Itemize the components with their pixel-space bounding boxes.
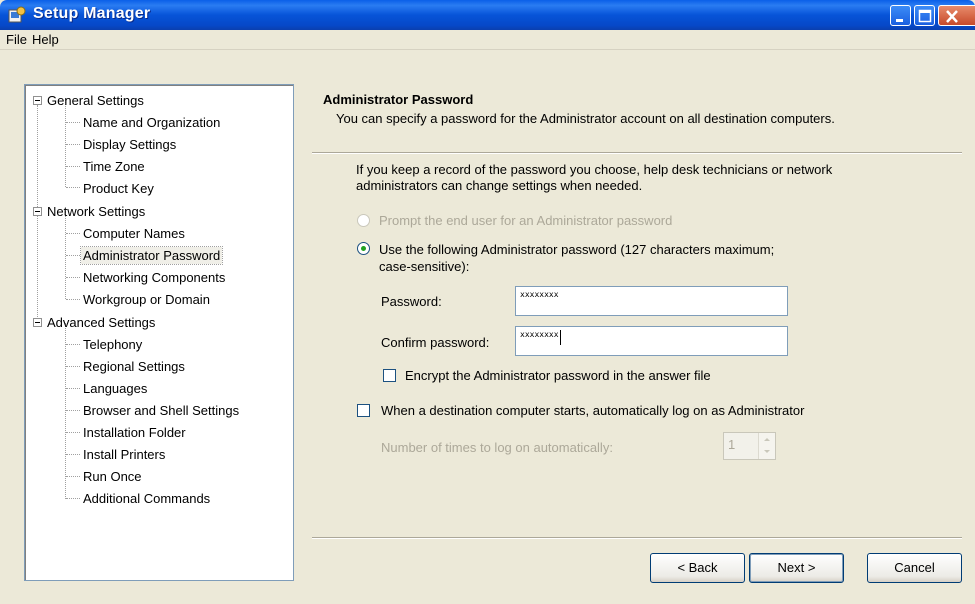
auto-logon-checkbox[interactable] [357, 404, 370, 417]
tree-connector [37, 105, 38, 209]
password-field[interactable]: xxxxxxxx [515, 286, 788, 316]
tree-node-network-settings[interactable]: Network Settings [45, 203, 147, 220]
tree-branch [66, 255, 80, 256]
menu-bar: File Help [0, 30, 975, 50]
tree-connector [65, 323, 66, 499]
menu-help[interactable]: Help [32, 32, 59, 47]
tree-branch [66, 187, 80, 188]
chevron-up-icon [764, 438, 770, 441]
tree-connector [65, 99, 66, 187]
use-password-label-line2: case-sensitive): [379, 259, 470, 274]
tree-item-browser-and-shell-settings[interactable]: Browser and Shell Settings [81, 402, 241, 419]
tree-item-product-key[interactable]: Product Key [81, 180, 156, 197]
tree-branch [66, 122, 80, 123]
info-line-2: administrators can change settings when … [356, 178, 643, 193]
collapse-advanced-icon[interactable] [33, 318, 42, 327]
next-button-label: Next > [777, 560, 816, 575]
collapse-general-icon[interactable] [33, 96, 42, 105]
menu-help-label: Help [32, 32, 59, 47]
prompt-user-radio[interactable] [357, 214, 370, 227]
page-description: You can specify a password for the Admin… [336, 111, 835, 126]
header-divider [312, 152, 962, 154]
info-line-1: If you keep a record of the password you… [356, 162, 833, 177]
tree-branch [66, 432, 80, 433]
password-value: xxxxxxxx [520, 290, 559, 299]
use-password-label-line1: Use the following Administrator password… [379, 242, 775, 257]
prompt-user-label: Prompt the end user for an Administrator… [379, 213, 673, 228]
encrypt-password-label: Encrypt the Administrator password in th… [405, 368, 711, 383]
tree-branch [66, 344, 80, 345]
encrypt-password-checkbox[interactable] [383, 369, 396, 382]
tree-branch [66, 454, 80, 455]
settings-tree[interactable]: General Settings Name and Organization D… [24, 84, 294, 581]
next-button[interactable]: Next > [749, 553, 844, 583]
tree-node-advanced-settings[interactable]: Advanced Settings [45, 314, 157, 331]
tree-item-computer-names[interactable]: Computer Names [81, 225, 187, 242]
tree-branch [66, 299, 80, 300]
setup-manager-icon [8, 6, 26, 23]
tree-item-regional-settings[interactable]: Regional Settings [81, 358, 187, 375]
cancel-button-label: Cancel [894, 560, 935, 575]
collapse-network-icon[interactable] [33, 207, 42, 216]
spin-up-button[interactable] [758, 433, 775, 446]
tree-item-display-settings[interactable]: Display Settings [81, 136, 178, 153]
use-password-radio[interactable] [357, 242, 370, 255]
tree-item-languages[interactable]: Languages [81, 380, 149, 397]
tree-item-networking-components[interactable]: Networking Components [81, 269, 227, 286]
tree-branch [66, 388, 80, 389]
menu-file[interactable]: File [6, 32, 27, 47]
tree-connector [37, 209, 38, 319]
auto-logon-label: When a destination computer starts, auto… [381, 403, 805, 418]
confirm-password-field[interactable]: xxxxxxxx [515, 326, 788, 356]
tree-node-general-settings[interactable]: General Settings [45, 92, 146, 109]
tree-item-run-once[interactable]: Run Once [81, 468, 144, 485]
confirm-password-value: xxxxxxxx [520, 330, 559, 339]
window-title: Setup Manager [33, 5, 151, 22]
spin-down-button[interactable] [758, 446, 775, 459]
tree-branch [66, 410, 80, 411]
maximize-icon [918, 9, 932, 23]
close-button[interactable] [938, 5, 975, 26]
tree-branch [66, 366, 80, 367]
tree-branch [66, 166, 80, 167]
menu-file-label: File [6, 32, 27, 47]
tree-branch [66, 277, 80, 278]
logon-count-spinner[interactable]: 1 [723, 432, 776, 460]
tree-branch [66, 144, 80, 145]
tree-item-name-and-organization[interactable]: Name and Organization [81, 114, 222, 131]
title-bar[interactable]: Setup Manager [0, 0, 975, 30]
close-icon [946, 10, 958, 23]
footer-divider [312, 537, 962, 539]
chevron-down-icon [764, 450, 770, 453]
tree-branch [66, 498, 80, 499]
cancel-button[interactable]: Cancel [867, 553, 962, 583]
tree-branch [66, 476, 80, 477]
tree-item-install-printers[interactable]: Install Printers [81, 446, 167, 463]
tree-item-administrator-password[interactable]: Administrator Password [79, 246, 224, 265]
logon-count-value: 1 [728, 437, 736, 452]
minimize-button[interactable] [890, 5, 911, 26]
back-button-label: < Back [677, 560, 718, 575]
tree-item-workgroup-or-domain[interactable]: Workgroup or Domain [81, 291, 212, 308]
back-button[interactable]: < Back [650, 553, 745, 583]
tree-item-installation-folder[interactable]: Installation Folder [81, 424, 188, 441]
info-text: If you keep a record of the password you… [356, 162, 916, 194]
tree-item-telephony[interactable]: Telephony [81, 336, 144, 353]
password-label: Password: [381, 294, 442, 309]
minimize-icon [896, 19, 903, 22]
tree-item-additional-commands[interactable]: Additional Commands [81, 490, 212, 507]
confirm-password-label: Confirm password: [381, 335, 490, 350]
tree-branch [66, 233, 80, 234]
page-title: Administrator Password [323, 92, 474, 107]
logon-count-label: Number of times to log on automatically: [381, 440, 613, 455]
maximize-button[interactable] [914, 5, 935, 26]
text-caret [559, 330, 561, 345]
tree-item-time-zone[interactable]: Time Zone [81, 158, 147, 175]
